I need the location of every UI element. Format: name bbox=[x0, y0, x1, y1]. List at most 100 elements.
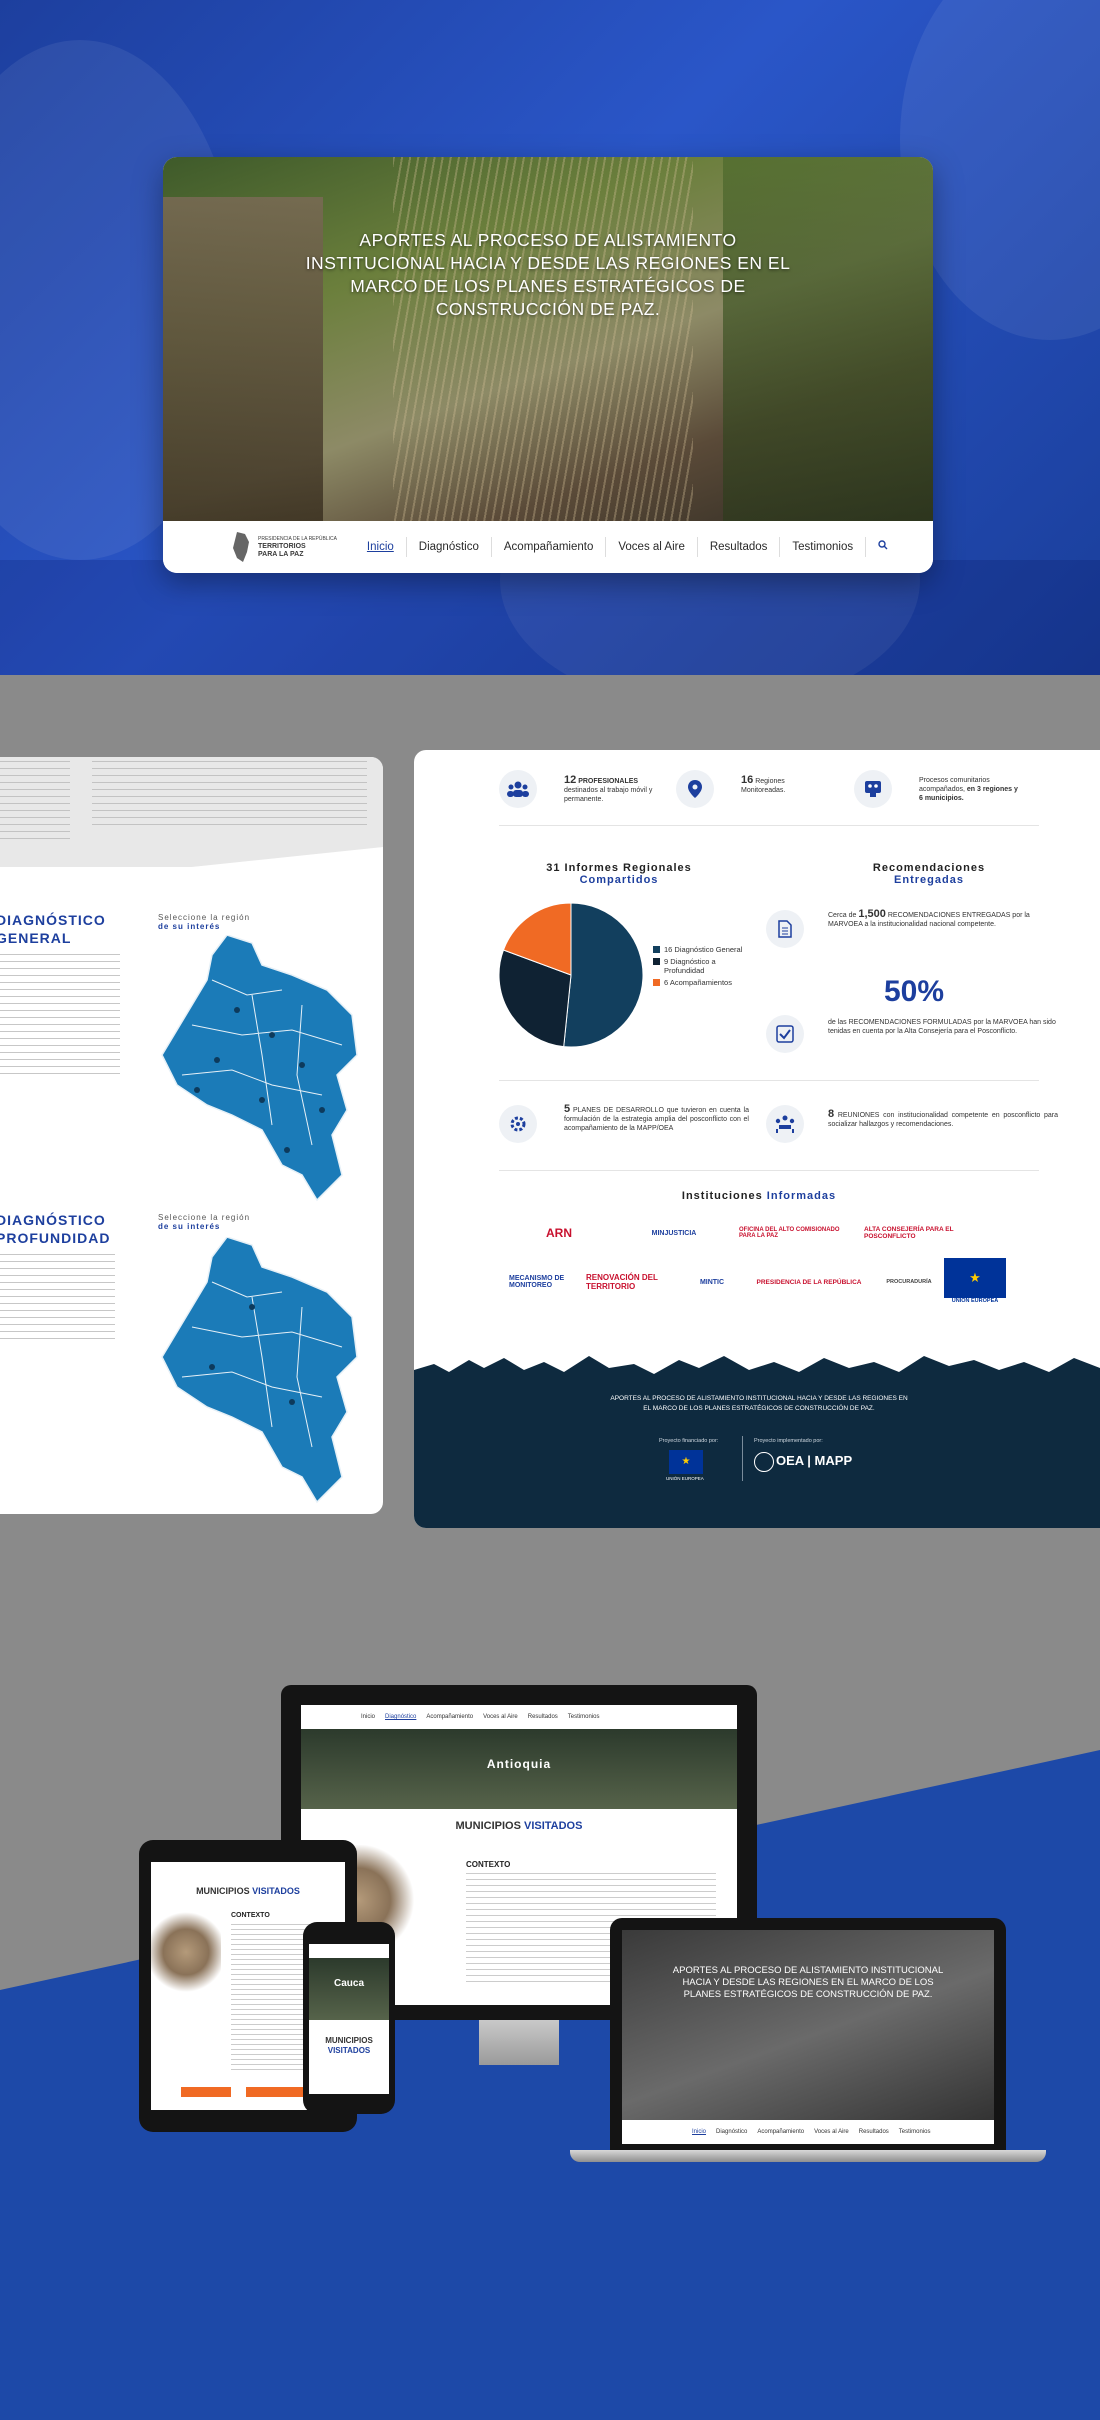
phone-screen: Cauca MUNICIPIOS VISITADOS bbox=[309, 1944, 389, 2094]
people-icon bbox=[499, 770, 537, 808]
footer-text: APORTES AL PROCESO DE ALISTAMIENTO INSTI… bbox=[610, 1395, 908, 1412]
search-icon[interactable] bbox=[865, 537, 900, 557]
desktop-nav: Inicio Diagnóstico Acompañamiento Voces … bbox=[301, 1705, 737, 1729]
planes-desarrollo: 5 PLANES DE DESARROLLO que tuvieron en c… bbox=[564, 1103, 749, 1133]
site-logo[interactable]: PRESIDENCIA DE LA REPÚBLICA TERRITORIOS … bbox=[229, 530, 337, 564]
nav-acompanamiento[interactable]: Acompañamiento bbox=[490, 537, 606, 557]
location-pin-icon bbox=[676, 770, 714, 808]
footer-oea: OEA | MAPP bbox=[776, 1453, 853, 1468]
divider bbox=[499, 1170, 1039, 1171]
logo-line2: TERRITORIOS bbox=[258, 543, 306, 550]
tablet-heading: MUNICIPIOS VISITADOS bbox=[196, 1886, 300, 1896]
devices-section: Inicio Diagnóstico Acompañamiento Voces … bbox=[0, 1530, 1100, 2420]
document-icon bbox=[766, 910, 804, 948]
divider bbox=[499, 825, 1039, 826]
legend-item-acompanamientos: 6 Acompañamientos bbox=[653, 978, 748, 987]
lap-nav-testimonios[interactable]: Testimonios bbox=[899, 2129, 931, 2135]
tablet-orange-button-2[interactable] bbox=[246, 2087, 306, 2097]
gears-icon bbox=[499, 1105, 537, 1143]
desk-nav-voces[interactable]: Voces al Aire bbox=[483, 1714, 518, 1720]
stat-regiones: 16 Regiones Monitoreadas. bbox=[741, 774, 786, 795]
main-nav: PRESIDENCIA DE LA REPÚBLICA TERRITORIOS … bbox=[163, 521, 933, 573]
legend-item-general: 16 Diagnóstico General bbox=[653, 945, 748, 954]
logo-arn[interactable]: ARN bbox=[509, 1220, 609, 1246]
lap-nav-voces[interactable]: Voces al Aire bbox=[814, 2129, 849, 2135]
footer-implementado: Proyecto implementado por: bbox=[754, 1438, 823, 1444]
footer-eu: UNIÓN EUROPEA bbox=[666, 1476, 704, 1481]
tablet-contexto: CONTEXTO bbox=[231, 1912, 270, 1919]
recomendaciones-formuladas: de las RECOMENDACIONES FORMULADAS por la… bbox=[828, 1019, 1056, 1035]
nav-resultados[interactable]: Resultados bbox=[696, 537, 780, 557]
divider bbox=[499, 1080, 1039, 1081]
desk-nav-diagnostico[interactable]: Diagnóstico bbox=[385, 1714, 416, 1720]
page-footer: APORTES AL PROCESO DE ALISTAMIENTO INSTI… bbox=[414, 1380, 1100, 1528]
logo-line1: PRESIDENCIA DE LA REPÚBLICA bbox=[258, 536, 337, 542]
logo-presidencia[interactable]: PRESIDENCIA DE LA REPÚBLICA bbox=[754, 1270, 864, 1294]
logo-mintic[interactable]: MINTIC bbox=[682, 1262, 742, 1302]
resultados-page-card: 12 PROFESIONALES destinados al trabajo mó… bbox=[414, 750, 1100, 1528]
laptop-screen: APORTES AL PROCESO DE ALISTAMIENTO INSTI… bbox=[622, 1930, 994, 2144]
logo-minjusticia[interactable]: MINJUSTICIA bbox=[624, 1220, 724, 1246]
mockup-section: DIAGNÓSTICO GENERAL Seleccione la región… bbox=[0, 675, 1100, 1530]
desk-nav-inicio[interactable]: Inicio bbox=[361, 1714, 375, 1720]
phone-banner: Cauca bbox=[309, 1958, 389, 2020]
nav-testimonios[interactable]: Testimonios bbox=[779, 537, 865, 557]
desk-nav-resultados[interactable]: Resultados bbox=[528, 1714, 558, 1720]
hero-website-card: APORTES AL PROCESO DE ALISTAMIENTO INSTI… bbox=[163, 157, 933, 573]
select-region-label-1: Seleccione la región de su interés bbox=[158, 913, 251, 931]
desk-nav-testimonios[interactable]: Testimonios bbox=[568, 1714, 600, 1720]
laptop-nav: Inicio Diagnóstico Acompañamiento Voces … bbox=[622, 2120, 994, 2144]
hero-photo: APORTES AL PROCESO DE ALISTAMIENTO INSTI… bbox=[163, 157, 933, 521]
lap-nav-inicio[interactable]: Inicio bbox=[692, 2129, 706, 2135]
laptop-base bbox=[570, 2150, 1046, 2162]
angled-divider bbox=[0, 847, 383, 887]
logo-alta-consejeria[interactable]: ALTA CONSEJERÍA PARA EL POSCONFLICTO bbox=[864, 1220, 984, 1246]
phone-heading: MUNICIPIOS VISITADOS bbox=[325, 2036, 373, 2055]
colombia-map-logo-icon bbox=[233, 532, 249, 562]
diag-general-sub: GENERAL bbox=[0, 930, 72, 946]
colombia-map-1[interactable] bbox=[152, 935, 367, 1205]
percentage-value: 50% bbox=[883, 975, 945, 1008]
oea-seal-icon bbox=[754, 1452, 774, 1472]
pie-slice-0 bbox=[563, 902, 644, 1048]
stat-profesionales: 12 PROFESIONALES destinados al trabajo mó… bbox=[564, 774, 653, 804]
stat-procesos: Procesos comunitarios acompañados, en 3 … bbox=[919, 777, 1018, 802]
laptop-title: APORTES AL PROCESO DE ALISTAMIENTO INSTI… bbox=[672, 1965, 944, 2000]
nav-diagnostico[interactable]: Diagnóstico bbox=[405, 537, 491, 557]
desktop-banner: Antioquia bbox=[301, 1729, 737, 1809]
colombia-map-2[interactable] bbox=[152, 1237, 367, 1507]
diagnostico-page-card: DIAGNÓSTICO GENERAL Seleccione la región… bbox=[0, 757, 383, 1514]
tablet-orange-button[interactable] bbox=[181, 2087, 231, 2097]
desktop-heading: MUNICIPIOS VISITADOS bbox=[455, 1820, 583, 1832]
footer-financiado: Proyecto financiado por: bbox=[659, 1438, 719, 1444]
logo-alto-comisionado[interactable]: OFICINA DEL ALTO COMISIONADO PARA LA PAZ bbox=[739, 1220, 849, 1246]
logo-union-europea[interactable]: ★ UNIÓN EUROPEA bbox=[944, 1258, 1006, 1310]
informes-title: 31 Informes Regionales Compartidos bbox=[546, 862, 692, 886]
nav-inicio[interactable]: Inicio bbox=[355, 537, 406, 557]
eu-flag-icon: ★ bbox=[669, 1450, 703, 1474]
recomendaciones-entregadas: Cerca de 1,500 RECOMENDACIONES ENTREGADA… bbox=[828, 908, 1030, 929]
eu-stars-icon: ★ bbox=[944, 1258, 1006, 1298]
diag-general-text bbox=[0, 954, 120, 1074]
desk-nav-acompanamiento[interactable]: Acompañamiento bbox=[426, 1714, 473, 1720]
pie-legend: 16 Diagnóstico General 9 Diagnóstico a P… bbox=[653, 945, 748, 990]
instituciones-title: Instituciones Informadas bbox=[681, 1190, 837, 1202]
desktop-contexto: CONTEXTO bbox=[466, 1860, 511, 1869]
desktop-region-title: Antioquia bbox=[486, 1757, 552, 1771]
diag-profundidad-title: DIAGNÓSTICO bbox=[0, 1212, 106, 1228]
logo-renovacion[interactable]: RENOVACIÓN DEL TERRITORIO bbox=[586, 1262, 676, 1302]
diag-general-title: DIAGNÓSTICO bbox=[0, 912, 106, 928]
meeting-icon bbox=[766, 1105, 804, 1143]
phone-region-title: Cauca bbox=[333, 1978, 364, 1989]
hero-title: APORTES AL PROCESO DE ALISTAMIENTO INSTI… bbox=[305, 230, 791, 319]
lap-nav-resultados[interactable]: Resultados bbox=[859, 2129, 889, 2135]
lap-nav-diagnostico[interactable]: Diagnóstico bbox=[716, 2129, 747, 2135]
nav-voces[interactable]: Voces al Aire bbox=[605, 537, 696, 557]
reuniones: 8 REUNIONES con institucionalidad compet… bbox=[828, 1108, 1058, 1129]
logo-procuraduria[interactable]: PROCURADURÍA bbox=[884, 1262, 934, 1302]
lap-nav-acompanamiento[interactable]: Acompañamiento bbox=[757, 2129, 804, 2135]
legend-item-profundidad: 9 Diagnóstico a Profundidad bbox=[653, 957, 748, 975]
footer-divider bbox=[742, 1436, 743, 1481]
logo-mecanismo[interactable]: MECANISMO DE MONITOREO bbox=[509, 1262, 579, 1302]
informes-pie-chart bbox=[498, 902, 644, 1048]
